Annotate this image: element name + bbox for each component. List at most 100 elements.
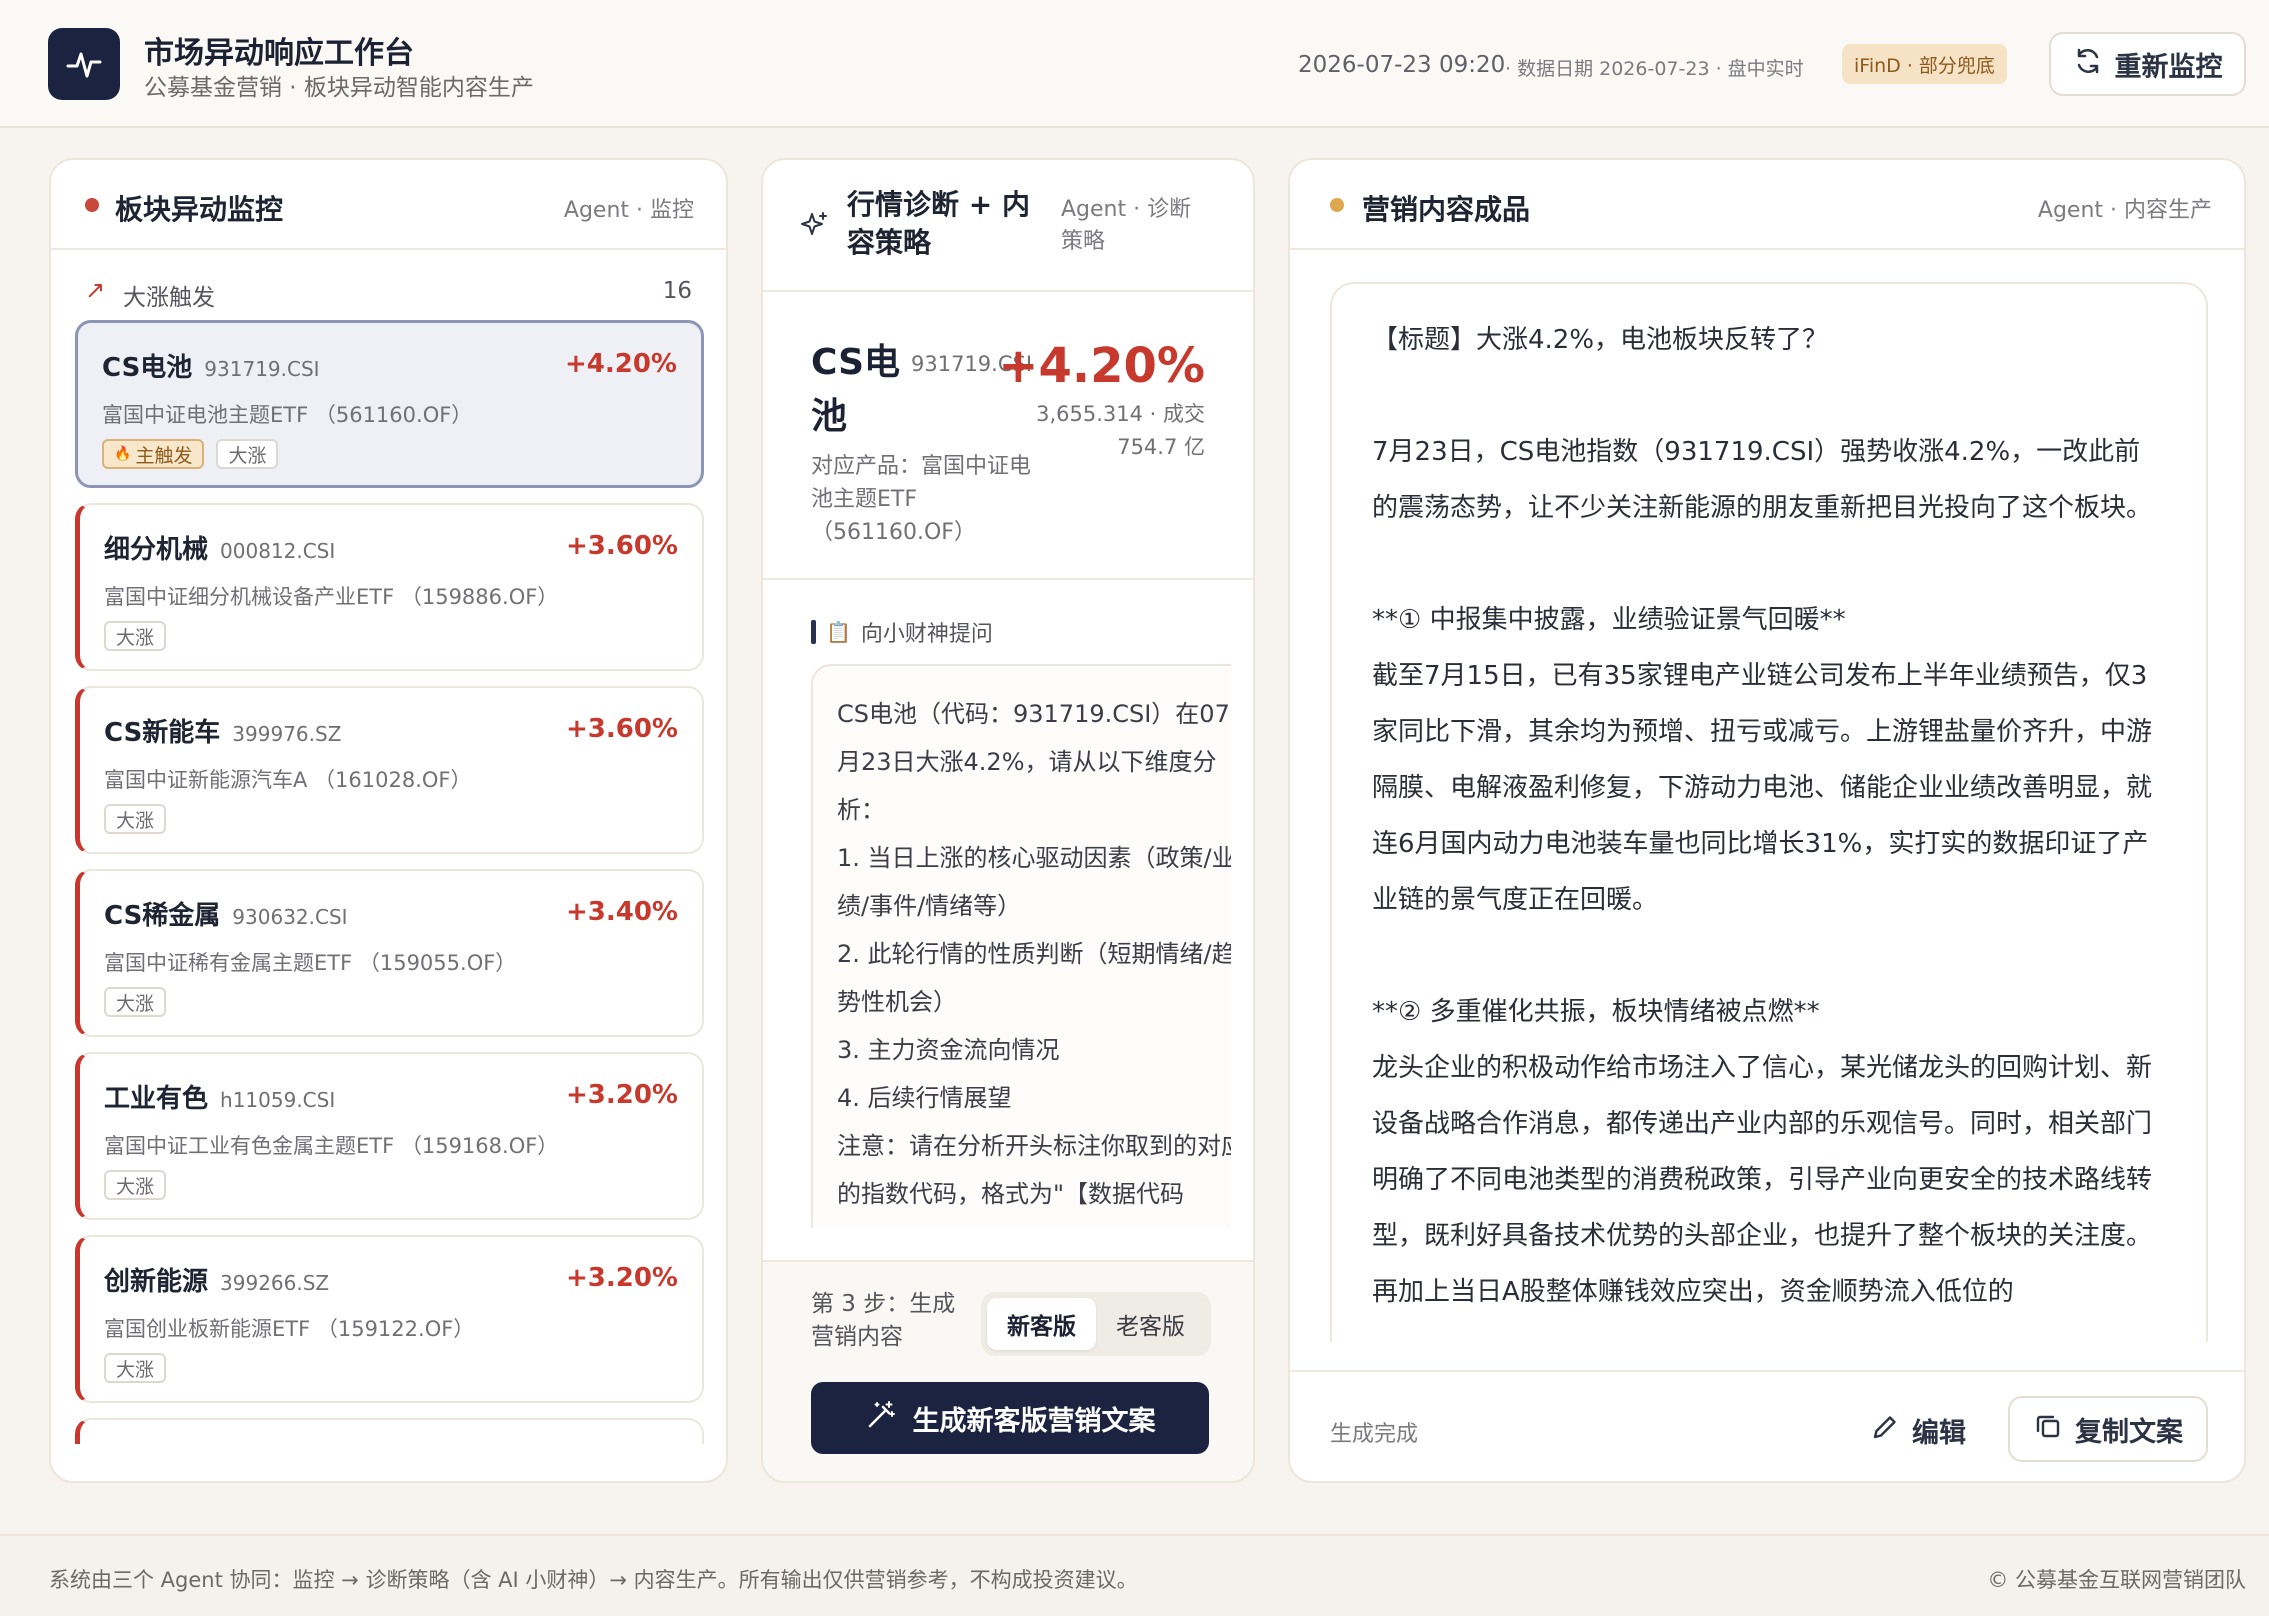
sector-name-text: CS稀金属 (104, 901, 221, 931)
diagnosis-panel-header: 行情诊断 + 内容策略 Agent · 诊断策略 (763, 160, 1253, 292)
sector-name-text: 工业有色 (104, 1084, 209, 1114)
tag-label: 大涨 (116, 1358, 155, 1381)
ask-label-text: 向小财神提问 (860, 622, 993, 647)
sector-card[interactable]: 创新能源 399266.SZ +3.20% 富国创业板新能源ETF （159122.O… (75, 1235, 704, 1403)
sector-code: 930632.CSI (232, 905, 348, 929)
content-agent-tag: Agent · 内容生产 (2037, 198, 2212, 223)
divider (763, 578, 1253, 580)
sector-name-text: CS新能车 (104, 718, 221, 748)
sector-card[interactable]: CS新能车 399976.SZ +3.60% 富国中证新能源汽车A （161028.O… (75, 686, 704, 854)
tab-old-customer[interactable]: 老客版 (1096, 1298, 1205, 1350)
header-datetime: 2026-07-23 09:20 (1298, 52, 1506, 78)
content-panel-header: 营销内容成品 Agent · 内容生产 (1290, 160, 2244, 250)
status-dot (1330, 198, 1344, 212)
tag-label: 大涨 (116, 992, 155, 1015)
app-header: 市场异动响应工作台 公募基金营销 · 板块异动智能内容生产 2026-07-23… (0, 0, 2269, 128)
sector-product: 富国中证电池主题ETF （561160.OF） (102, 403, 473, 427)
surge-badge: 大涨 (104, 1170, 167, 1200)
sector-tags: 大涨 (104, 1353, 167, 1383)
refresh-monitor-label: 重新监控 (2114, 51, 2223, 83)
question-text: CS电池（代码：931719.CSI）在07月23日大涨4.2%，请从以下维度分… (837, 700, 1231, 1208)
sector-code: 399976.SZ (232, 722, 342, 746)
sector-card[interactable]: 工业有色 h11059.CSI +3.20% 富国中证工业有色金属主题ETF （159… (75, 1052, 704, 1220)
diagnosis-product: 对应产品：富国中证电池主题ETF （561160.OF） (811, 454, 1032, 545)
copy-text-label: 复制文案 (2075, 1416, 2183, 1448)
sector-product: 富国中证新能源汽车A （161028.OF） (104, 768, 472, 792)
audience-segmented-control: 新客版 老客版 (981, 1292, 1211, 1356)
sector-tags: 大涨 (104, 1170, 167, 1200)
edit-label: 编辑 (1912, 1417, 1966, 1449)
sector-card[interactable]: 智选船舶产业932420.CSI+3.00% (75, 1418, 704, 1444)
sector-product: 富国中证稀有金属主题ETF （159055.OF） (104, 951, 517, 975)
marketing-copy-box[interactable]: 【标题】大涨4.2%，电池板块反转了？ 7月23日，CS电池指数（931719.… (1330, 282, 2208, 1342)
sector-card[interactable]: CS电池 931719.CSI +4.20% 富国中证电池主题ETF （561160.… (75, 320, 704, 488)
sector-tags: 大涨 (104, 987, 167, 1017)
tag-label: 大涨 (116, 626, 155, 649)
tag-label: 大涨 (228, 444, 267, 467)
clipboard-icon: 📋 (826, 620, 851, 644)
sector-product: 富国中证细分机械设备产业ETF （159886.OF） (104, 585, 559, 609)
generate-copy-button[interactable]: 生成新客版营销文案 (811, 1382, 1209, 1454)
data-source-badge: iFinD · 部分兜底 (1842, 44, 2007, 84)
sector-change-pct: +3.60% (566, 714, 678, 744)
section-label: 大涨触发 (123, 285, 215, 311)
sector-change-pct: +4.20% (565, 349, 677, 379)
sector-name: 创新能源 399266.SZ (104, 1261, 329, 1298)
tag-label: 大涨 (116, 1175, 155, 1198)
sector-tags: 大涨 (104, 621, 167, 651)
footer-copyright: © 公募基金互联网营销团队 (1987, 1568, 2246, 1592)
sector-name: CS稀金属 930632.CSI (104, 895, 348, 932)
monitor-agent-tag: Agent · 监控 (563, 198, 694, 223)
section-marker (811, 620, 816, 644)
sector-change-pct: +3.60% (566, 531, 678, 561)
generate-copy-label: 生成新客版营销文案 (912, 1405, 1156, 1437)
marketing-copy-text: 【标题】大涨4.2%，电池板块反转了？ 7月23日，CS电池指数（931719.… (1372, 325, 2153, 1307)
app-title: 市场异动响应工作台 (144, 36, 414, 71)
sector-list: CS电池 931719.CSI +4.20% 富国中证电池主题ETF （561160.… (51, 320, 726, 1444)
flame-icon: 🔥 (114, 446, 132, 462)
page-footer: 系统由三个 Agent 协同：监控 → 诊断策略（含 AI 小财神）→ 内容生产… (0, 1534, 2269, 1616)
sector-name: CS新能车 399976.SZ (104, 712, 341, 749)
magic-wand-icon (865, 1399, 897, 1438)
sector-change-pct: +3.40% (566, 897, 678, 927)
surge-badge: 大涨 (104, 621, 167, 651)
sector-code: 000812.CSI (220, 539, 336, 563)
trend-up-icon: ↗ (85, 276, 106, 304)
surge-badge: 大涨 (216, 439, 279, 469)
section-count: 16 (662, 278, 692, 304)
surge-badge: 大涨 (104, 1353, 167, 1383)
diagnosis-change-pct: +4.20% (998, 338, 1205, 394)
sector-name: 工业有色 h11059.CSI (104, 1078, 335, 1115)
sector-name-text: CS电池 (102, 353, 193, 383)
sector-tags: 大涨 (104, 804, 167, 834)
ask-label: 📋 向小财神提问 (811, 616, 993, 648)
main-trigger-badge: 🔥 主触发 (102, 439, 205, 469)
content-title: 营销内容成品 (1362, 193, 1531, 226)
sector-card[interactable]: CS稀金属 930632.CSI +3.40% 富国中证稀有金属主题ETF （1590… (75, 869, 704, 1037)
sector-code: h11059.CSI (220, 1088, 336, 1112)
monitor-panel-header: 板块异动监控 Agent · 监控 (51, 160, 726, 250)
tag-label: 大涨 (116, 809, 155, 832)
edit-button[interactable]: 编辑 (1870, 1402, 1966, 1458)
tab-new-customer[interactable]: 新客版 (987, 1298, 1096, 1350)
sector-product: 富国中证工业有色金属主题ETF （159168.OF） (104, 1134, 559, 1158)
footer-disclaimer: 系统由三个 Agent 协同：监控 → 诊断策略（含 AI 小财神）→ 内容生产… (49, 1568, 1138, 1592)
content-panel: 营销内容成品 Agent · 内容生产 【标题】大涨4.2%，电池板块反转了？ … (1288, 158, 2246, 1483)
monitor-title: 板块异动监控 (115, 193, 284, 226)
question-box[interactable]: CS电池（代码：931719.CSI）在07月23日大涨4.2%，请从以下维度分… (811, 664, 1231, 1228)
divider (1290, 1370, 2244, 1372)
sector-change-pct: +3.20% (566, 1080, 678, 1110)
refresh-icon (2073, 46, 2103, 83)
sector-name: 细分机械 000812.CSI (104, 529, 335, 566)
sparkle-icon (799, 210, 829, 244)
refresh-monitor-button[interactable]: 重新监控 (2049, 32, 2246, 96)
copy-text-button[interactable]: 复制文案 (2008, 1396, 2208, 1462)
sector-product: 富国创业板新能源ETF （159122.OF） (104, 1317, 475, 1341)
sector-card[interactable]: 细分机械 000812.CSI +3.60% 富国中证细分机械设备产业ETF （159… (75, 503, 704, 671)
pencil-icon (1870, 1412, 1900, 1449)
sector-name-text: 细分机械 (104, 535, 209, 565)
diagnosis-title: 行情诊断 + 内容策略 (847, 188, 1030, 259)
tag-label: 主触发 (135, 444, 193, 467)
copy-icon (2033, 1411, 2063, 1448)
surge-badge: 大涨 (104, 987, 167, 1017)
